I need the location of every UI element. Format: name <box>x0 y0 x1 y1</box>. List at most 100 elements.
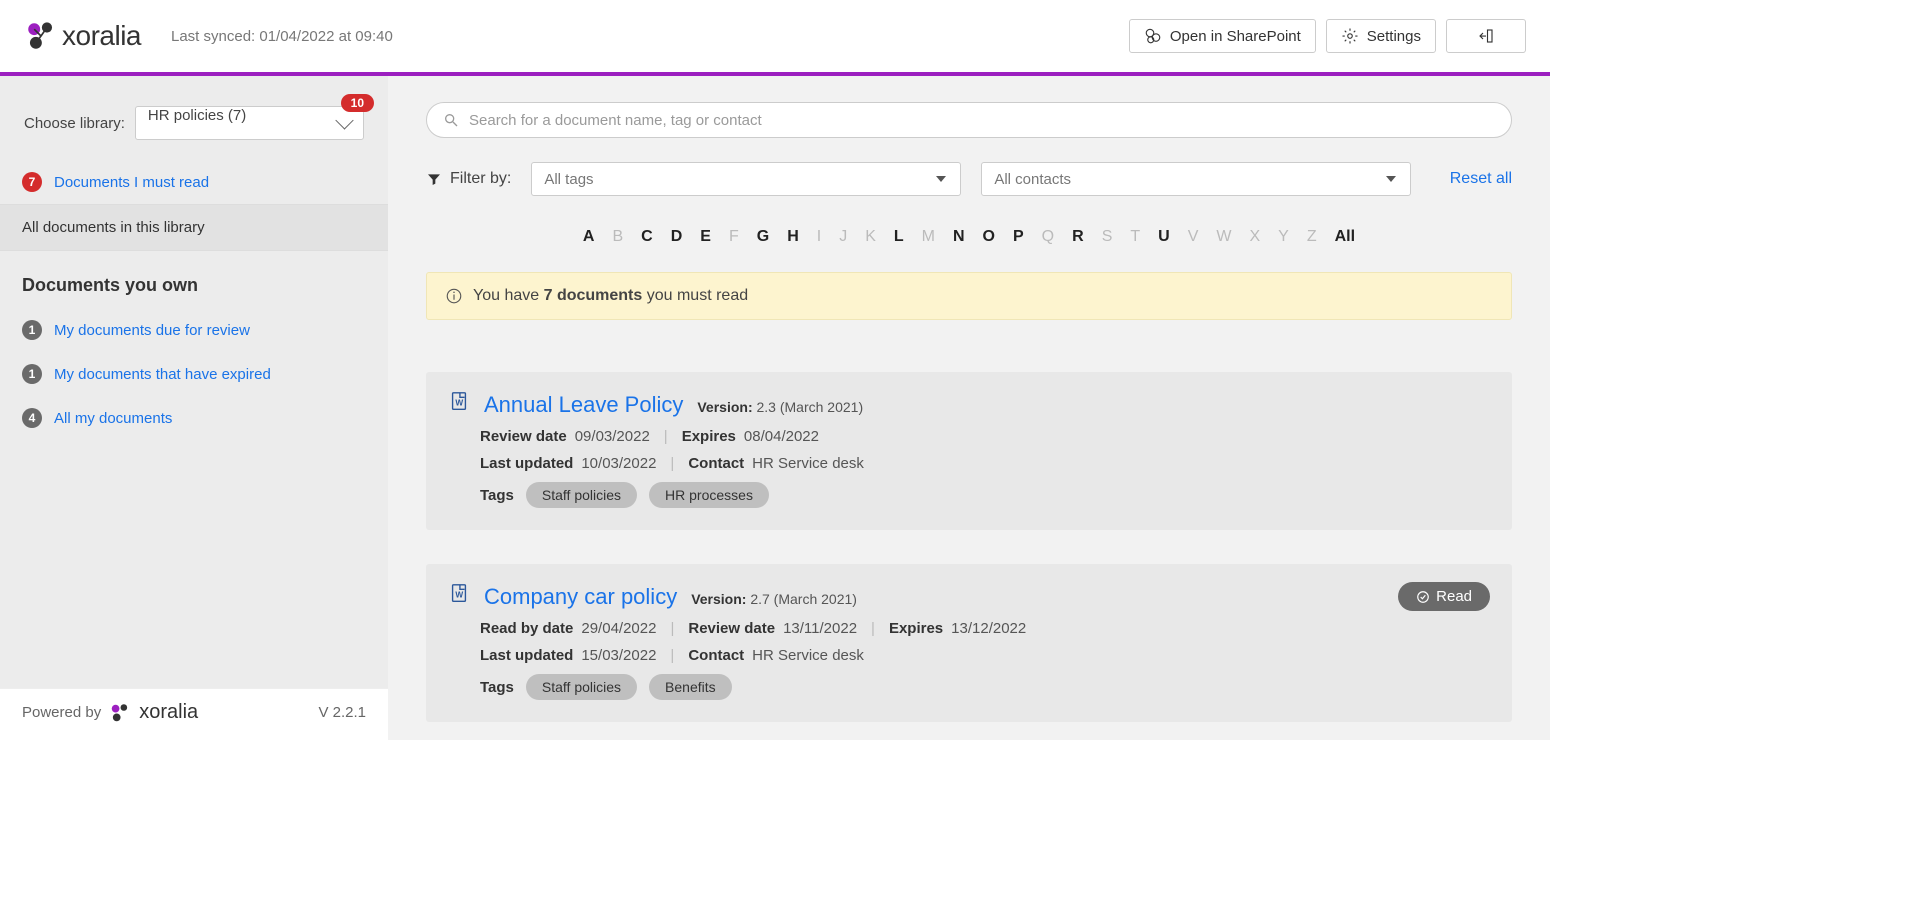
expand-panel-button[interactable] <box>1446 19 1526 53</box>
open-sharepoint-label: Open in SharePoint <box>1170 28 1301 45</box>
badge-expired: 1 <box>22 364 42 384</box>
sidebar-item-label: My documents due for review <box>54 322 250 339</box>
contacts-select[interactable]: All contacts <box>981 162 1411 196</box>
library-row: Choose library: HR policies (7) 10 <box>0 76 388 160</box>
alpha-letter-n[interactable]: N <box>953 228 965 246</box>
tags-label: Tags <box>480 487 514 504</box>
alpha-letter-k: K <box>865 228 876 246</box>
tag-chip[interactable]: HR processes <box>649 482 769 508</box>
search-input[interactable] <box>469 112 1495 129</box>
tags-select[interactable]: All tags <box>531 162 961 196</box>
alpha-letter-v: V <box>1188 228 1199 246</box>
alpha-letter-i: I <box>817 228 821 246</box>
sidebar-item-must-read[interactable]: 7 Documents I must read <box>0 160 388 204</box>
settings-button[interactable]: Settings <box>1326 19 1436 53</box>
sidebar-footer: Powered by xoralia V 2.2.1 <box>0 688 388 740</box>
meta-pair: Expires08/04/2022 <box>682 428 819 445</box>
version-text: V 2.2.1 <box>318 704 366 721</box>
document-card: W Annual Leave Policy Version: 2.3 (Marc… <box>426 372 1512 530</box>
search-icon <box>443 112 459 128</box>
filter-label: Filter by: <box>426 170 511 188</box>
reset-all-link[interactable]: Reset all <box>1450 170 1512 188</box>
word-doc-icon: W <box>448 582 470 604</box>
alpha-letter-r[interactable]: R <box>1072 228 1084 246</box>
word-doc-icon: W <box>448 390 470 412</box>
meta-pair: Review date13/11/2022 <box>688 620 857 637</box>
read-badge: Read <box>1398 582 1490 611</box>
info-icon <box>445 287 463 305</box>
alpha-letter-o[interactable]: O <box>983 228 995 246</box>
document-title[interactable]: Annual Leave Policy <box>484 392 683 418</box>
check-circle-icon <box>1416 590 1430 604</box>
sidebar-item-due-review[interactable]: 1 My documents due for review <box>0 308 388 352</box>
filter-by-text: Filter by: <box>450 170 511 188</box>
logo[interactable]: xoralia <box>24 19 141 53</box>
sidebar-item-all-docs[interactable]: All documents in this library <box>0 204 388 251</box>
sidebar-item-expired[interactable]: 1 My documents that have expired <box>0 352 388 396</box>
sidebar-item-all-mine[interactable]: 4 All my documents <box>0 396 388 440</box>
tags-row: Tags Staff policies HR processes <box>448 482 1490 508</box>
meta-pair: Review date09/03/2022 <box>480 428 650 445</box>
document-card: W Company car policy Version: 2.7 (March… <box>426 564 1512 722</box>
tag-chip[interactable]: Staff policies <box>526 482 637 508</box>
badge-must-read: 7 <box>22 172 42 192</box>
tag-chip[interactable]: Staff policies <box>526 674 637 700</box>
alpha-letter-g[interactable]: G <box>757 228 769 246</box>
sidebar-item-label: My documents that have expired <box>54 366 271 383</box>
badge-due-review: 1 <box>22 320 42 340</box>
sidebar-item-label: Documents I must read <box>54 174 209 191</box>
alpha-letter-u[interactable]: U <box>1158 228 1170 246</box>
document-meta-row: Read by date29/04/2022|Review date13/11/… <box>448 620 1490 637</box>
alpha-letter-y: Y <box>1278 228 1289 246</box>
sidebar: Choose library: HR policies (7) 10 7 Doc… <box>0 76 388 740</box>
sharepoint-icon <box>1144 27 1162 45</box>
alpha-letter-p[interactable]: P <box>1013 228 1024 246</box>
logo-icon <box>24 19 58 53</box>
open-sharepoint-button[interactable]: Open in SharePoint <box>1129 19 1316 53</box>
alpha-letter-a[interactable]: A <box>583 228 595 246</box>
library-badge: 10 <box>341 94 374 112</box>
document-version: Version: 2.3 (March 2021) <box>697 399 863 415</box>
alpha-letter-w: W <box>1216 228 1231 246</box>
badge-all-mine: 4 <box>22 408 42 428</box>
document-meta-row: Review date09/03/2022|Expires08/04/2022 <box>448 428 1490 445</box>
settings-label: Settings <box>1367 28 1421 45</box>
must-read-banner: You have 7 documents you must read <box>426 272 1512 320</box>
tags-row: Tags Staff policiesBenefits <box>448 674 1490 700</box>
svg-text:W: W <box>455 591 463 600</box>
powered-by: Powered by xoralia <box>22 701 198 724</box>
last-synced-text: Last synced: 01/04/2022 at 09:40 <box>171 28 393 45</box>
alpha-letter-q: Q <box>1042 228 1054 246</box>
library-select[interactable]: HR policies (7) <box>135 106 364 140</box>
sidebar-section-own: Documents you own <box>0 251 388 308</box>
powered-brand: xoralia <box>139 701 198 724</box>
tag-chip[interactable]: Benefits <box>649 674 732 700</box>
expand-icon <box>1477 27 1495 45</box>
alpha-letter-e[interactable]: E <box>700 228 711 246</box>
meta-pair: Last updated15/03/2022 <box>480 647 656 664</box>
alpha-letter-c[interactable]: C <box>641 228 653 246</box>
document-version: Version: 2.7 (March 2021) <box>691 591 857 607</box>
meta-pair: ContactHR Service desk <box>688 455 864 472</box>
powered-by-label: Powered by <box>22 704 101 721</box>
meta-pair: Last updated10/03/2022 <box>480 455 656 472</box>
alpha-letter-j: J <box>839 228 847 246</box>
alpha-letter-f: F <box>729 228 739 246</box>
alpha-letter-m: M <box>922 228 935 246</box>
alpha-letter-all[interactable]: All <box>1335 228 1355 246</box>
alpha-letter-l[interactable]: L <box>894 228 904 246</box>
header: xoralia Last synced: 01/04/2022 at 09:40… <box>0 0 1550 76</box>
contacts-select-value: All contacts <box>994 171 1071 188</box>
document-title[interactable]: Company car policy <box>484 584 677 610</box>
alpha-letter-d[interactable]: D <box>671 228 683 246</box>
alpha-letter-x: X <box>1249 228 1260 246</box>
alpha-letter-t: T <box>1130 228 1140 246</box>
sidebar-item-label: All my documents <box>54 410 172 427</box>
svg-text:W: W <box>455 399 463 408</box>
alpha-letter-z: Z <box>1307 228 1317 246</box>
sidebar-item-label: All documents in this library <box>22 219 205 236</box>
alpha-letter-h[interactable]: H <box>787 228 799 246</box>
filter-row: Filter by: All tags All contacts Reset a… <box>426 162 1512 196</box>
main-content: Filter by: All tags All contacts Reset a… <box>388 76 1550 740</box>
search-box[interactable] <box>426 102 1512 138</box>
